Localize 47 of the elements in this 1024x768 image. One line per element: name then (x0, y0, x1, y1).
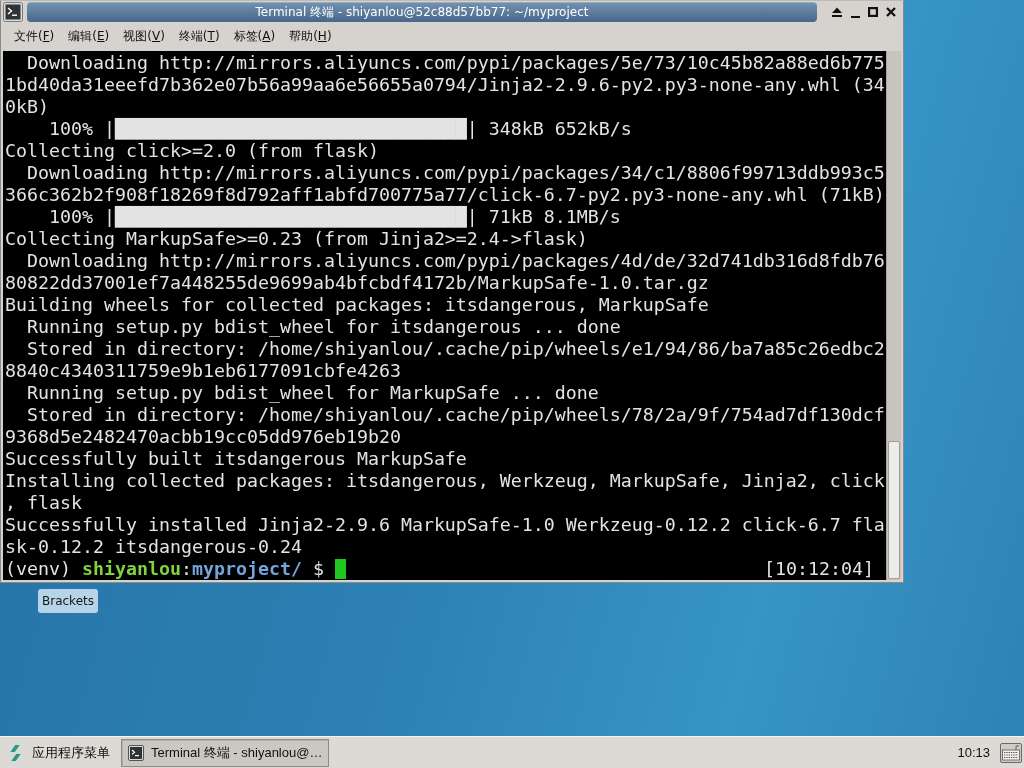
minimize-icon (850, 16, 860, 18)
app-menu-button[interactable]: 应用程序菜单 (8, 738, 112, 767)
terminal-line: 1bd40da31eeefd7b362e07b56a99aa6e56655a0794/Jinja2-2.9.6-py2.py3-none-any.whl (34 (5, 74, 885, 96)
maximize-icon (868, 7, 878, 17)
taskbar-button[interactable]: Terminal 终端 - shiyanlou@… (121, 738, 330, 767)
terminal-line: , flask (5, 492, 82, 514)
logo-icon (10, 744, 21, 761)
terminal-line: Stored in directory: /home/shiyanlou/.cache/pip/wheels/78/2a/9f/754ad7df130dcf (26, 404, 885, 426)
terminal-line: Installing collected packages: itsdangerous, Werkzeug, MarkupSafe, Jinja2, click (5, 470, 885, 492)
menu-item[interactable]: 标签(A) (226, 24, 283, 48)
terminal-line: Building wheels for collected packages: itsdangerous, MarkupSafe (5, 294, 709, 316)
terminal-icon (128, 744, 144, 761)
terminal-line: 100% |████████████████████████████████| 348kB 652kB/s (48, 118, 632, 140)
terminal-line: Collecting click>=2.0 (from flask) (5, 140, 379, 162)
terminal-line: Successfully built itsdangerous MarkupSafe (5, 448, 467, 470)
terminal-line: 80822dd37001ef7a448255de9699ab4bfcbdf4172b/MarkupSafe-1.0.tar.gz (5, 272, 709, 294)
clock: 10:13 (957, 745, 990, 760)
terminal-line: Running setup.py bdist_wheel for itsdangerous ... done (26, 316, 621, 338)
terminal-line: 9368d5e2482470acbb19cc05dd976eb19b20 (5, 426, 401, 448)
keyboard-icon[interactable] (1000, 742, 1022, 763)
terminal-icon[interactable] (3, 2, 23, 22)
menu-item[interactable]: 文件(F) (7, 24, 62, 48)
close-icon (886, 7, 896, 17)
menu-item[interactable]: 终端(T) (171, 24, 227, 48)
terminal-line: Downloading http://mirrors.aliyuncs.com/pypi/packages/4d/de/32d741db316d8fdb76 (26, 250, 885, 272)
terminal-line: 100% |████████████████████████████████| 71kB 8.1MB/s (48, 206, 621, 228)
terminal-line: 0kB) (5, 96, 49, 118)
terminal-line: Downloading http://mirrors.aliyuncs.com/pypi/packages/5e/73/10c45b82a88ed6b775 (26, 52, 885, 74)
terminal-line: 8840c4340311759e9b1eb6177091cbfe4263 (5, 360, 401, 382)
terminal-line: 366c362b2f908f18269f8d792aff1abfd700775a77/click-6.7-py2.py3-none-any.whl (71kB) (5, 184, 885, 206)
cursor-icon (334, 559, 346, 579)
eject-icon (831, 6, 843, 18)
terminal-line: Downloading http://mirrors.aliyuncs.com/pypi/packages/34/c1/8806f99713ddb993c5 (26, 162, 885, 184)
menu-item[interactable]: 视图(V) (116, 24, 172, 48)
maximize-button[interactable] (865, 4, 881, 20)
terminal-line: Running setup.py bdist_wheel for MarkupSafe ... done (26, 382, 599, 404)
desktop-icon-label[interactable]: Brackets (38, 589, 98, 613)
terminal-line: Successfully installed Jinja2-2.9.6 MarkupSafe-1.0 Werkzeug-0.12.2 click-6.7 fla (5, 514, 885, 536)
terminal-line: Stored in directory: /home/shiyanlou/.cache/pip/wheels/e1/94/86/ba7a85c26edbc2 (26, 338, 885, 360)
menu-item[interactable]: 帮助(H) (282, 24, 339, 48)
menu-item[interactable]: 编辑(E) (61, 24, 117, 48)
scrollbar-thumb[interactable] (888, 441, 900, 579)
terminal-line: Collecting MarkupSafe>=0.23 (from Jinja2>=2.4->flask) (5, 228, 588, 250)
prompt-time: [10:12:04] (764, 558, 874, 580)
shell-prompt: (venv) shiyanlou:myproject/ $ (5, 558, 324, 580)
terminal-line: sk-0.12.2 itsdangerous-0.24 (5, 536, 302, 558)
window-title: Terminal 终端 - shiyanlou@52c88d57bb77: ~/myproject (255, 3, 589, 21)
